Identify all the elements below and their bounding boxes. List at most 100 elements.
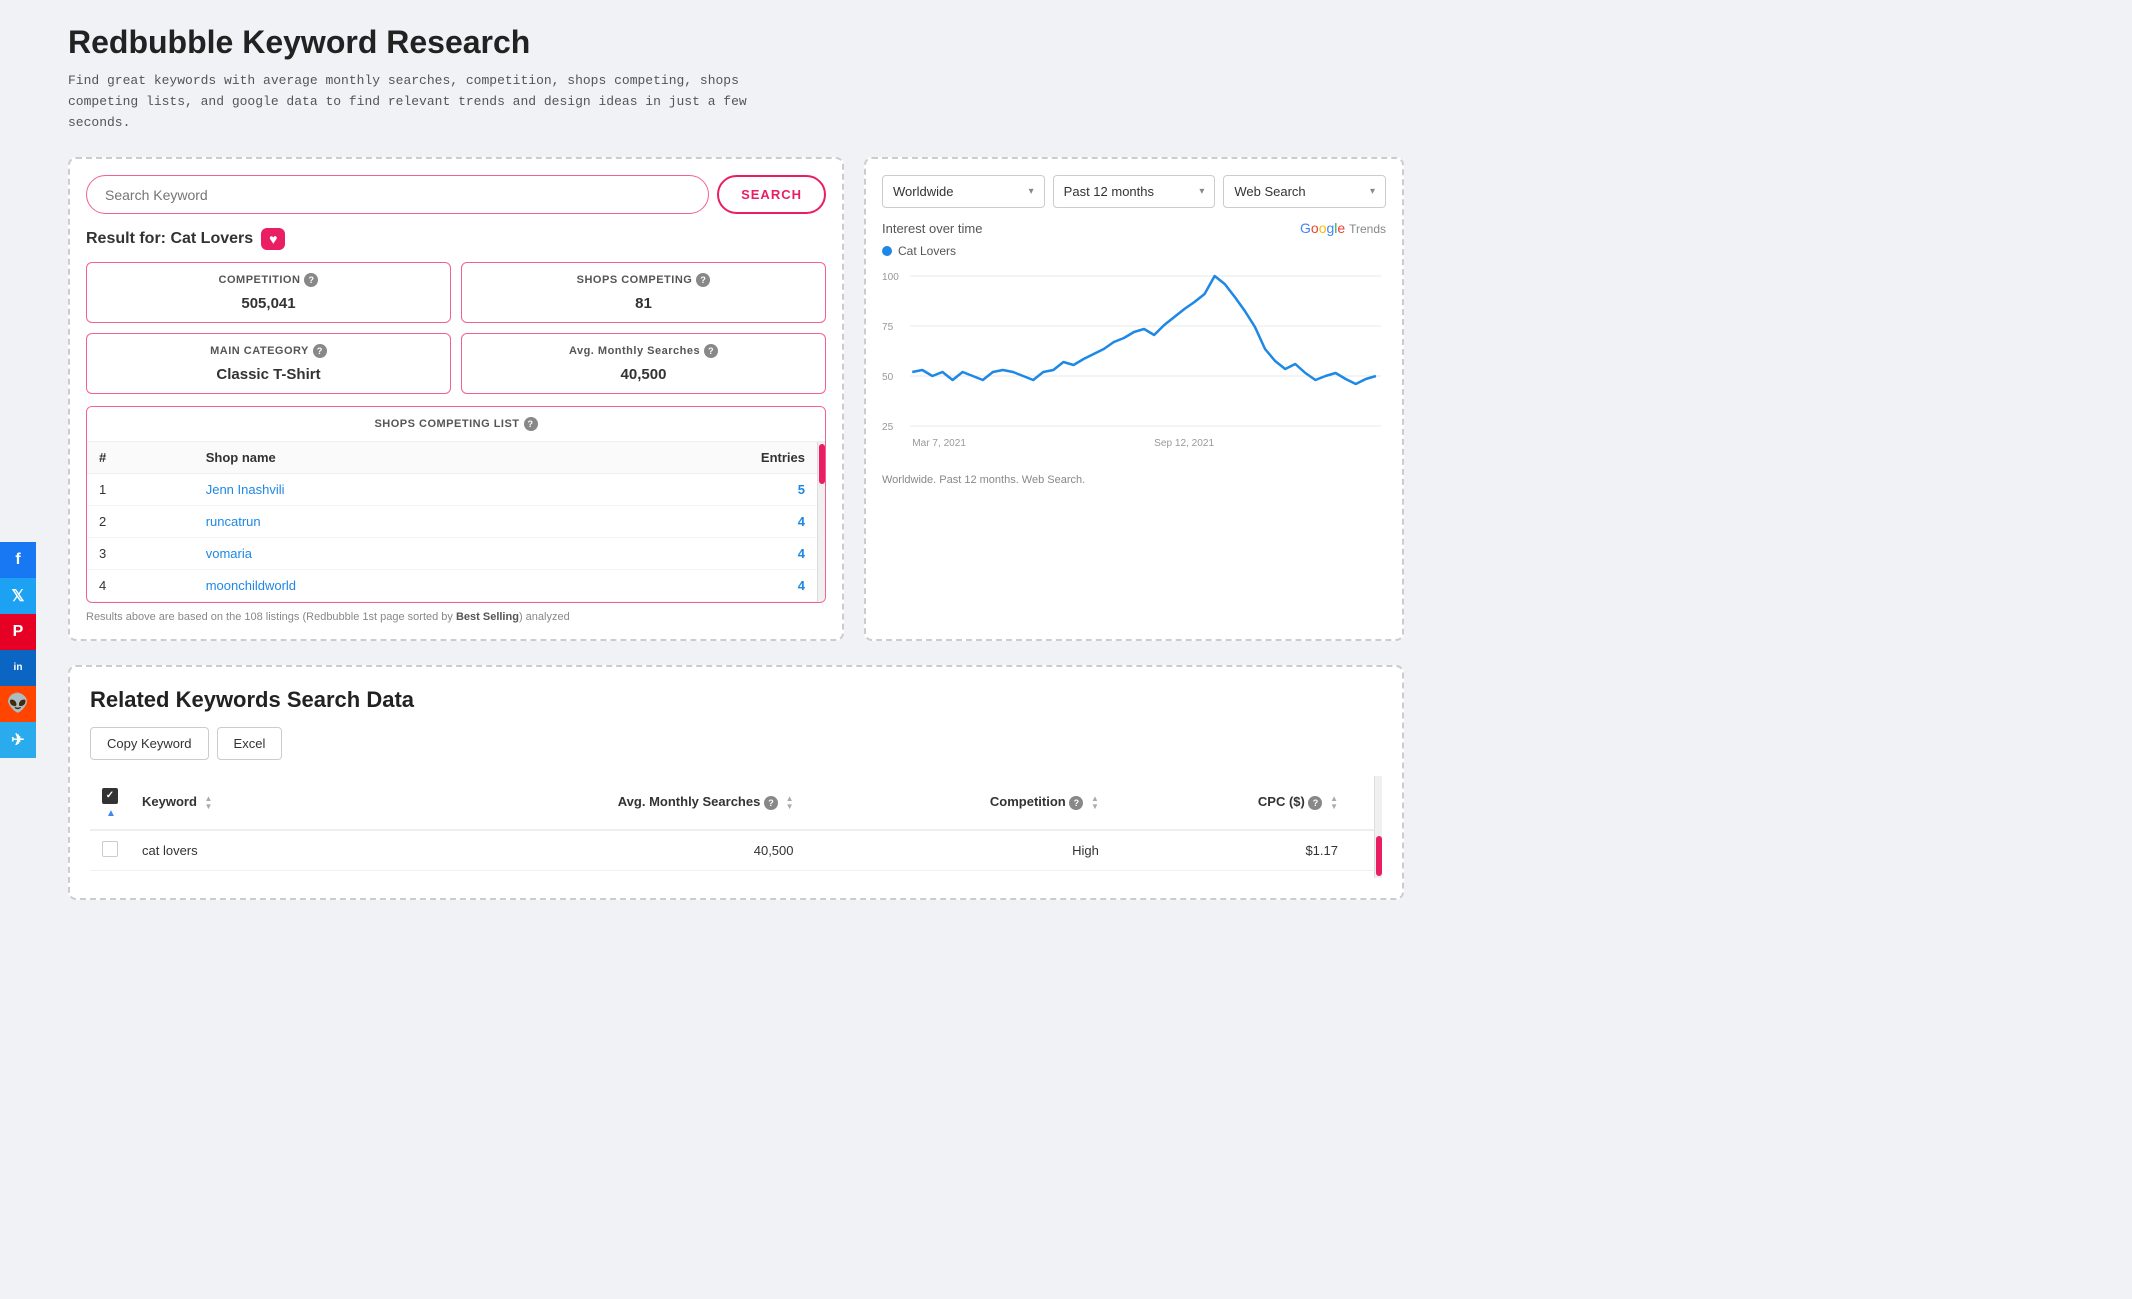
shops-competing-help-icon[interactable]: ?: [696, 273, 710, 287]
dropdowns-row: Worldwide ▾ Past 12 months ▾ Web Search …: [882, 175, 1386, 208]
related-actions: Copy Keyword Excel: [90, 727, 1382, 760]
table-row: 2 runcatrun 4: [87, 506, 817, 538]
entry-count-4: 4: [798, 578, 805, 593]
col-rank: #: [87, 442, 194, 474]
shop-link-2[interactable]: runcatrun: [206, 514, 261, 529]
competition-value: 505,041: [101, 295, 436, 312]
avg-monthly-sort-icon[interactable]: ▲▼: [786, 795, 794, 811]
entry-count-2: 4: [798, 514, 805, 529]
reddit-button[interactable]: 👽: [0, 686, 36, 722]
keyword-cell: cat lovers: [130, 830, 347, 871]
left-panel: SEARCH Result for: Cat Lovers ♥ COMPETIT…: [68, 157, 844, 641]
legend-row: Cat Lovers: [882, 244, 1386, 258]
main-category-box: MAIN CATEGORY ? Classic T-Shirt: [86, 333, 451, 394]
legend-label: Cat Lovers: [898, 244, 956, 258]
related-scrollbar[interactable]: [1374, 776, 1382, 878]
twitter-button[interactable]: 𝕏: [0, 578, 36, 614]
table-row: 1 Jenn Inashvili 5: [87, 474, 817, 506]
competition-help-icon-related[interactable]: ?: [1069, 796, 1083, 810]
col-avg-monthly: Avg. Monthly Searches ? ▲▼: [347, 776, 806, 830]
chart-footer: Worldwide. Past 12 months. Web Search.: [882, 474, 1386, 486]
table-row: 3 vomaria 4: [87, 538, 817, 570]
row-checkbox-cell: [90, 830, 130, 871]
avg-monthly-cell: 40,500: [347, 830, 806, 871]
pinterest-button[interactable]: P: [0, 614, 36, 650]
result-footer: Results above are based on the 108 listi…: [86, 611, 826, 623]
svg-text:Mar 7, 2021: Mar 7, 2021: [912, 438, 966, 449]
svg-text:50: 50: [882, 372, 894, 383]
shop-link-3[interactable]: vomaria: [206, 546, 252, 561]
related-table: ✓ ▲ Keyword ▲▼ Avg. Monthly Searches: [90, 776, 1374, 871]
search-input[interactable]: [86, 175, 709, 214]
google-trends-logo: Google Trends: [1300, 220, 1386, 236]
avg-monthly-value: 40,500: [476, 366, 811, 383]
stats-grid: COMPETITION ? 505,041 SHOPS COMPETING ? …: [86, 262, 826, 394]
rank-1: 1: [87, 474, 194, 506]
trend-line: [912, 276, 1376, 384]
page-title: Redbubble Keyword Research: [68, 24, 1404, 61]
select-all-checkbox[interactable]: ✓: [102, 788, 118, 804]
facebook-button[interactable]: f: [0, 542, 36, 578]
scroll-bar[interactable]: [817, 442, 825, 602]
main-category-label: MAIN CATEGORY ?: [101, 344, 436, 358]
keyword-sort-icon[interactable]: ▲▼: [205, 795, 213, 811]
right-panel: Worldwide ▾ Past 12 months ▾ Web Search …: [864, 157, 1404, 641]
competition-label: COMPETITION ?: [101, 273, 436, 287]
rank-3: 3: [87, 538, 194, 570]
shop-link-4[interactable]: moonchildworld: [206, 578, 296, 593]
svg-text:25: 25: [882, 422, 894, 433]
shops-list-help-icon[interactable]: ?: [524, 417, 538, 431]
svg-text:Sep 12, 2021: Sep 12, 2021: [1154, 438, 1214, 449]
search-button[interactable]: SEARCH: [717, 175, 826, 214]
excel-button[interactable]: Excel: [217, 727, 283, 760]
cpc-sort-icon[interactable]: ▲▼: [1330, 795, 1338, 811]
col-checkbox: ✓ ▲: [90, 776, 130, 830]
competition-help-icon[interactable]: ?: [304, 273, 318, 287]
cpc-help-icon[interactable]: ?: [1308, 796, 1322, 810]
trend-chart: 100 75 50 25 Mar 7, 2021 Sep 12, 2021: [882, 266, 1386, 466]
legend-dot: [882, 246, 892, 256]
avg-monthly-help-icon[interactable]: ?: [704, 344, 718, 358]
entry-count-3: 4: [798, 546, 805, 561]
linkedin-button[interactable]: in: [0, 650, 36, 686]
table-row: 4 moonchildworld 4: [87, 570, 817, 602]
shops-table: # Shop name Entries 1 Jenn Inashvili 5: [87, 442, 817, 602]
avg-monthly-help-icon-related[interactable]: ?: [764, 796, 778, 810]
worldwide-dropdown[interactable]: Worldwide ▾: [882, 175, 1045, 208]
col-cpc: CPC ($) ? ▲▼: [1111, 776, 1350, 830]
col-entries: Entries: [584, 442, 817, 474]
scroll-spacer: [1350, 830, 1374, 871]
search-row: SEARCH: [86, 175, 826, 214]
related-section: Related Keywords Search Data Copy Keywor…: [68, 665, 1404, 900]
rank-4: 4: [87, 570, 194, 602]
period-dropdown[interactable]: Past 12 months ▾: [1053, 175, 1216, 208]
shop-link-1[interactable]: Jenn Inashvili: [206, 482, 285, 497]
avg-monthly-label: Avg. Monthly Searches ?: [476, 344, 811, 358]
competition-sort-icon[interactable]: ▲▼: [1091, 795, 1099, 811]
row-checkbox[interactable]: [102, 841, 118, 857]
competition-box: COMPETITION ? 505,041: [86, 262, 451, 323]
avg-monthly-box: Avg. Monthly Searches ? 40,500: [461, 333, 826, 394]
heart-badge[interactable]: ♥: [261, 228, 285, 250]
related-title: Related Keywords Search Data: [90, 687, 1382, 713]
col-shop-name: Shop name: [194, 442, 585, 474]
interest-label: Interest over time: [882, 221, 982, 236]
trends-header-row: Interest over time Google Trends: [882, 220, 1386, 236]
svg-text:100: 100: [882, 272, 899, 283]
competition-cell: High: [806, 830, 1111, 871]
result-header: Result for: Cat Lovers ♥: [86, 228, 826, 250]
telegram-button[interactable]: ✈: [0, 722, 36, 758]
copy-keyword-button[interactable]: Copy Keyword: [90, 727, 209, 760]
worldwide-chevron-icon: ▾: [1029, 186, 1034, 197]
related-table-row: cat lovers 40,500 High $1.17: [90, 830, 1374, 871]
rank-2: 2: [87, 506, 194, 538]
shops-competing-box: SHOPS COMPETING ? 81: [461, 262, 826, 323]
col-keyword: Keyword ▲▼: [130, 776, 347, 830]
entry-count-1: 5: [798, 482, 805, 497]
shops-list-section: SHOPS COMPETING LIST ? # Shop name Entri…: [86, 406, 826, 603]
page-description: Find great keywords with average monthly…: [68, 71, 748, 133]
social-sidebar: f 𝕏 P in 👽 ✈: [0, 542, 36, 758]
search-type-dropdown[interactable]: Web Search ▾: [1223, 175, 1386, 208]
main-category-help-icon[interactable]: ?: [313, 344, 327, 358]
shops-list-header: SHOPS COMPETING LIST ?: [87, 407, 825, 442]
